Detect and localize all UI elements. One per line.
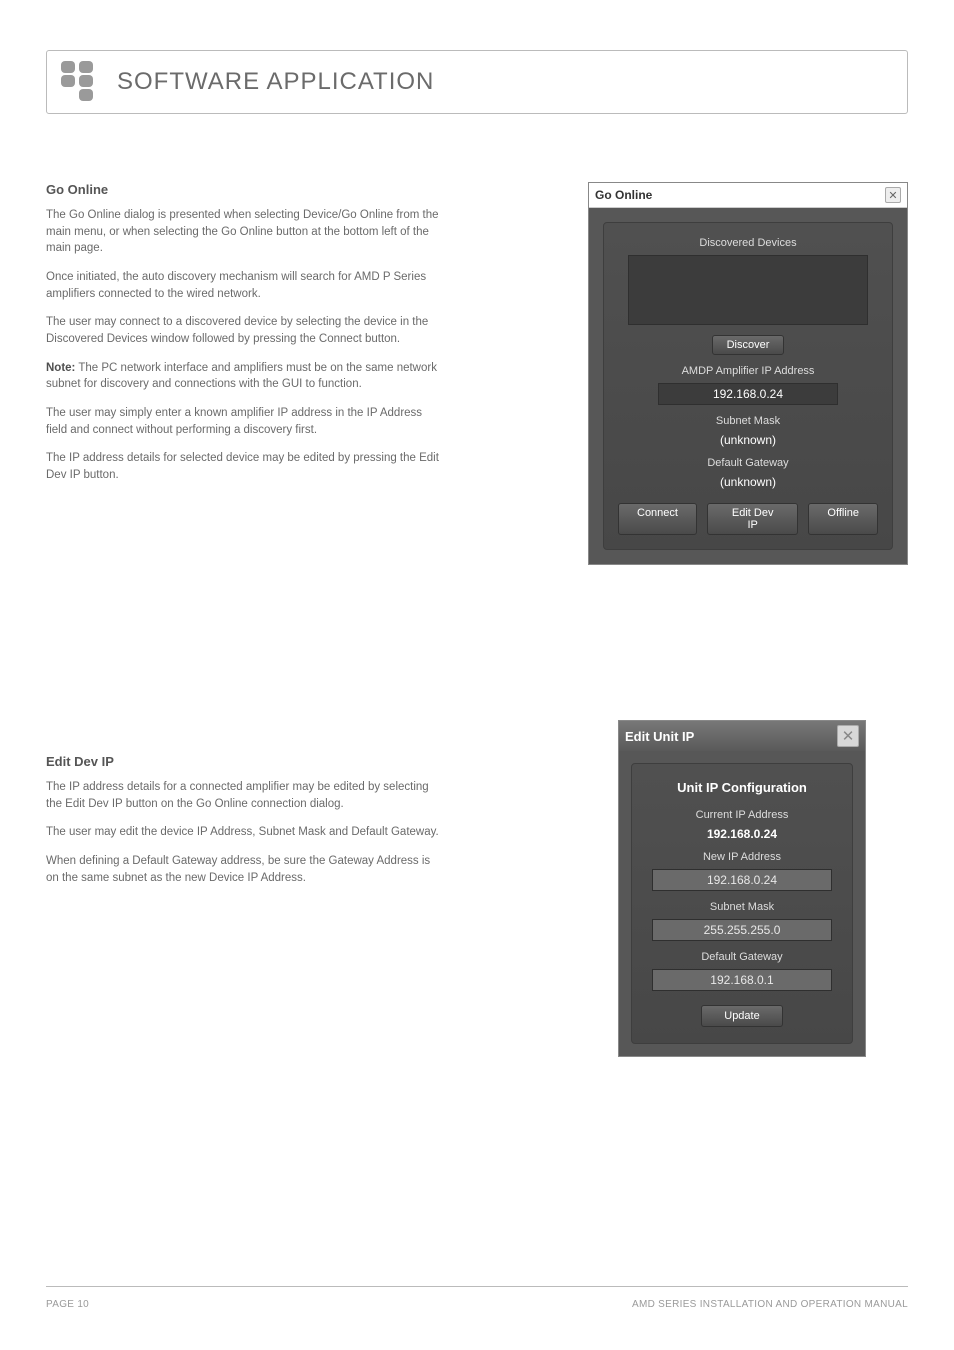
current-ip-value: 192.168.0.24 — [644, 827, 840, 841]
edit-dev-ip-para-1: The IP address details for a connected a… — [46, 779, 446, 812]
go-online-title: Go Online — [595, 188, 652, 202]
edit-unit-ip-title: Edit Unit IP — [625, 729, 694, 744]
section-edit-dev-ip-heading: Edit Dev IP — [46, 754, 446, 769]
new-ip-label: New IP Address — [644, 851, 840, 863]
go-online-dialog: Go Online ✕ Discovered Devices Discover … — [588, 182, 908, 565]
page-number: PAGE 10 — [46, 1299, 89, 1310]
unit-ip-configuration-title: Unit IP Configuration — [644, 780, 840, 795]
go-online-para-3: The user may connect to a discovered dev… — [46, 314, 446, 347]
subnet-mask-input[interactable]: 255.255.255.0 — [652, 919, 832, 941]
connect-button[interactable]: Connect — [618, 503, 697, 535]
subnet-mask-label-2: Subnet Mask — [644, 901, 840, 913]
edit-dev-ip-button[interactable]: Edit Dev IP — [707, 503, 798, 535]
page-title: SOFTWARE APPLICATION — [117, 68, 434, 96]
section-go-online-heading: Go Online — [46, 182, 446, 197]
close-icon[interactable]: ✕ — [885, 187, 901, 203]
amp-ip-input[interactable]: 192.168.0.24 — [658, 383, 838, 405]
logo-icon — [57, 61, 99, 103]
discovered-devices-label: Discovered Devices — [618, 237, 878, 249]
default-gateway-label: Default Gateway — [618, 457, 878, 469]
discovered-devices-list[interactable] — [628, 255, 868, 325]
edit-unit-ip-dialog: Edit Unit IP ✕ Unit IP Configuration Cur… — [618, 720, 866, 1057]
go-online-para-6: The IP address details for selected devi… — [46, 450, 446, 483]
go-online-para-4: Note: The PC network interface and ampli… — [46, 360, 446, 393]
manual-name: AMD SERIES INSTALLATION AND OPERATION MA… — [632, 1299, 908, 1310]
new-ip-input[interactable]: 192.168.0.24 — [652, 869, 832, 891]
update-button[interactable]: Update — [701, 1005, 782, 1027]
go-online-para-1: The Go Online dialog is presented when s… — [46, 207, 446, 257]
default-gateway-value: (unknown) — [618, 475, 878, 489]
go-online-para-2: Once initiated, the auto discovery mecha… — [46, 269, 446, 302]
default-gateway-label-2: Default Gateway — [644, 951, 840, 963]
edit-dev-ip-para-2: The user may edit the device IP Address,… — [46, 824, 446, 841]
amp-ip-label: AMDP Amplifier IP Address — [618, 365, 878, 377]
go-online-para-5: The user may simply enter a known amplif… — [46, 405, 446, 438]
default-gateway-input[interactable]: 192.168.0.1 — [652, 969, 832, 991]
page-footer: PAGE 10 AMD SERIES INSTALLATION AND OPER… — [46, 1286, 908, 1310]
subnet-mask-value: (unknown) — [618, 433, 878, 447]
subnet-mask-label: Subnet Mask — [618, 415, 878, 427]
current-ip-label: Current IP Address — [644, 809, 840, 821]
go-online-titlebar: Go Online ✕ — [589, 183, 907, 208]
edit-dev-ip-para-3: When defining a Default Gateway address,… — [46, 853, 446, 886]
offline-button[interactable]: Offline — [808, 503, 878, 535]
page-header: SOFTWARE APPLICATION — [46, 50, 908, 114]
close-icon[interactable]: ✕ — [837, 725, 859, 747]
edit-unit-ip-titlebar: Edit Unit IP ✕ — [619, 721, 865, 751]
discover-button[interactable]: Discover — [712, 335, 785, 355]
